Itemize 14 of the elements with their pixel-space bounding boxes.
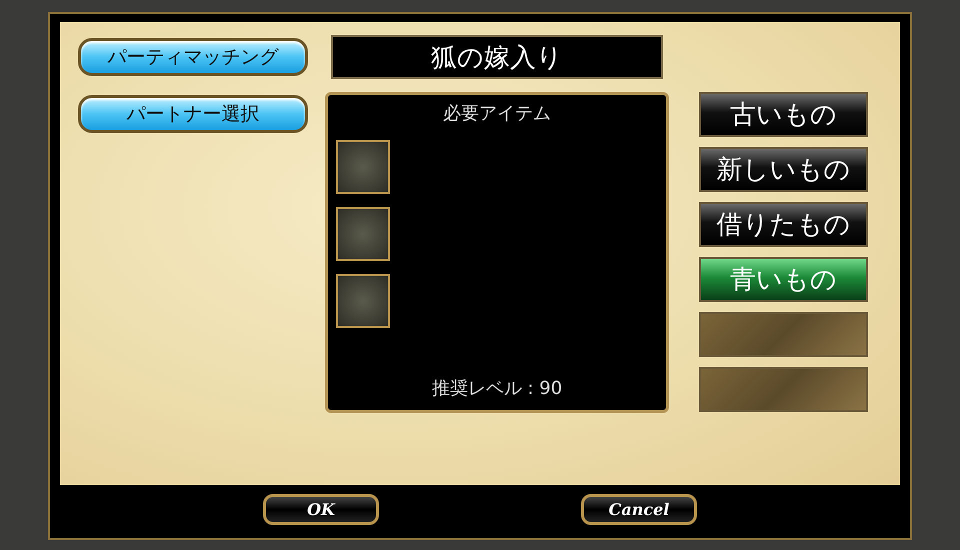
option-button[interactable]: 古いもの [699,92,868,137]
option-button[interactable]: 青いもの [699,257,868,302]
empty-item-slot[interactable] [336,140,390,194]
empty-item-slot[interactable] [336,207,390,261]
option-button[interactable]: 借りたもの [699,202,868,247]
ok-button[interactable]: OK [263,494,379,525]
panel-title: 必要アイテム [443,102,551,125]
quest-title: 狐の嫁入り [331,35,663,79]
empty-item-slot[interactable] [336,274,390,328]
option-button[interactable]: 新しいもの [699,147,868,192]
recommended-level: 推奨レベル : 90 [432,377,562,400]
menu-button[interactable]: パートナー選択 [78,95,308,133]
menu-button[interactable]: パーティマッチング [78,38,308,76]
cancel-button[interactable]: Cancel [581,494,697,525]
